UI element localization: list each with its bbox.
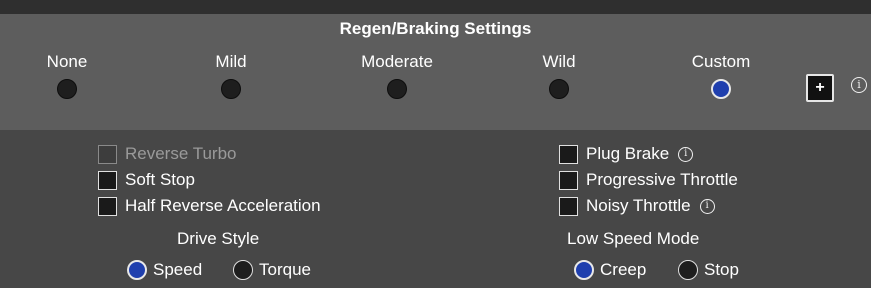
- radio-stop[interactable]: [678, 260, 698, 280]
- level-label-custom: Custom: [691, 52, 751, 71]
- level-radio-wild[interactable]: [549, 79, 569, 99]
- checkbox-half-reverse-acceleration[interactable]: [98, 196, 117, 216]
- noisy-throttle-info-icon[interactable]: i: [699, 198, 715, 214]
- label-torque: Torque: [259, 260, 311, 279]
- label-noisy-throttle: Noisy Throttle: [586, 196, 691, 215]
- option-reverse-turbo[interactable]: Reverse Turbo: [98, 143, 237, 165]
- label-reverse-turbo: Reverse Turbo: [125, 144, 237, 163]
- checkbox-progressive-throttle[interactable]: [559, 170, 578, 190]
- low-speed-stop[interactable]: Stop: [678, 259, 739, 281]
- label-speed: Speed: [153, 260, 203, 279]
- checkbox-noisy-throttle[interactable]: [559, 196, 578, 216]
- level-radio-moderate[interactable]: [387, 79, 407, 99]
- low-speed-mode-title: Low Speed Mode: [567, 229, 700, 248]
- plug-brake-info-icon[interactable]: i: [678, 146, 694, 162]
- label-stop: Stop: [704, 260, 739, 279]
- level-radio-custom[interactable]: [711, 79, 731, 99]
- level-label-moderate: Moderate: [361, 52, 433, 71]
- top-strip: [0, 0, 871, 14]
- option-plug-brake[interactable]: Plug Brake i: [559, 143, 694, 165]
- drive-style-title: Drive Style: [177, 229, 260, 248]
- label-half-reverse-acceleration: Half Reverse Acceleration: [125, 196, 321, 215]
- radio-creep[interactable]: [574, 260, 594, 280]
- add-custom-button[interactable]: +: [806, 74, 834, 102]
- option-noisy-throttle[interactable]: Noisy Throttle i: [559, 195, 715, 217]
- drive-style-torque[interactable]: Torque: [233, 259, 311, 281]
- regen-title: Regen/Braking Settings: [339, 19, 532, 38]
- low-speed-creep[interactable]: Creep: [574, 259, 646, 281]
- drive-style-speed[interactable]: Speed: [127, 259, 202, 281]
- label-progressive-throttle: Progressive Throttle: [586, 170, 738, 189]
- level-radio-none[interactable]: [57, 79, 77, 99]
- option-half-reverse-acceleration[interactable]: Half Reverse Acceleration: [98, 195, 321, 217]
- checkbox-soft-stop[interactable]: [98, 170, 117, 190]
- regen-info-icon[interactable]: i: [851, 77, 867, 93]
- label-creep: Creep: [600, 260, 647, 279]
- radio-speed[interactable]: [127, 260, 147, 280]
- label-soft-stop: Soft Stop: [125, 170, 195, 189]
- checkbox-reverse-turbo[interactable]: [98, 144, 117, 164]
- level-radio-mild[interactable]: [221, 79, 241, 99]
- option-soft-stop[interactable]: Soft Stop: [98, 169, 195, 191]
- level-label-wild: Wild: [542, 52, 576, 71]
- label-plug-brake: Plug Brake: [586, 144, 670, 163]
- level-label-none: None: [46, 52, 88, 71]
- radio-torque[interactable]: [233, 260, 253, 280]
- checkbox-plug-brake[interactable]: [559, 144, 578, 164]
- level-label-mild: Mild: [215, 52, 247, 71]
- option-progressive-throttle[interactable]: Progressive Throttle: [559, 169, 738, 191]
